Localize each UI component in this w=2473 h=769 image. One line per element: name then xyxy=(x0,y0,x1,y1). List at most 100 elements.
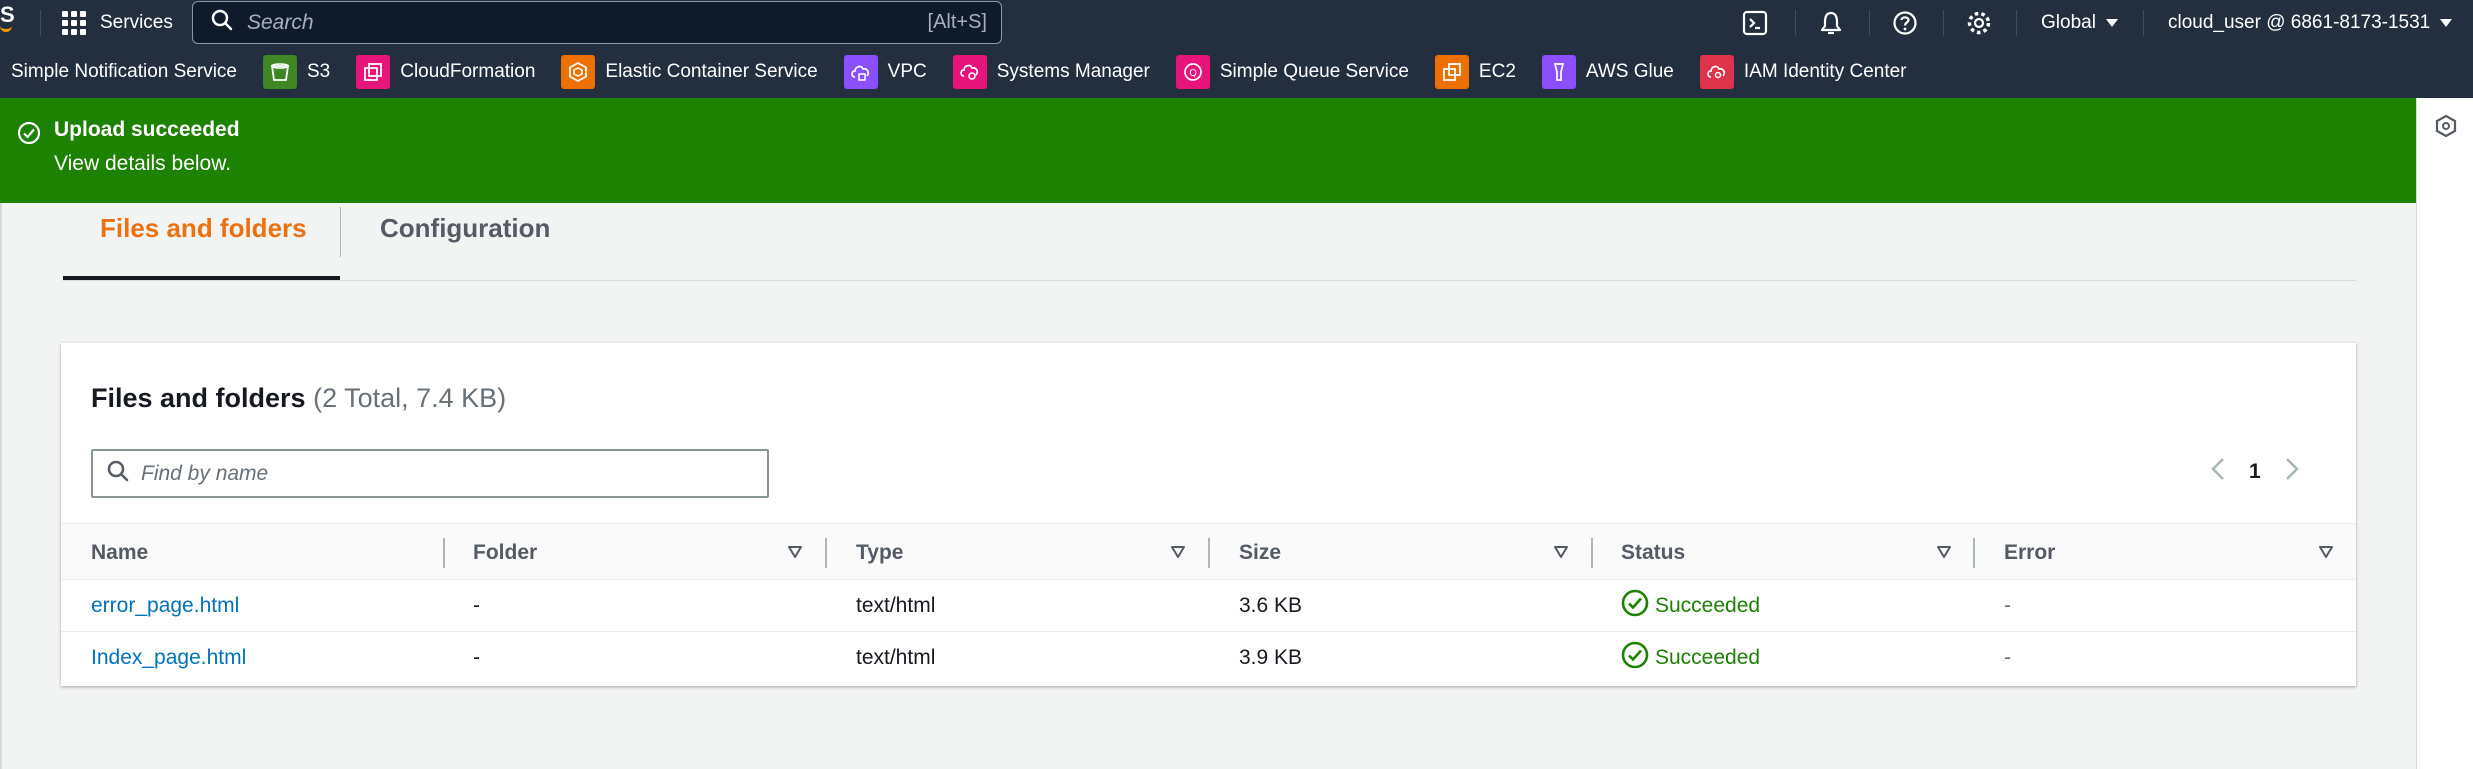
content-left-border xyxy=(0,203,2,769)
column-divider[interactable] xyxy=(1591,538,1593,568)
file-name-link[interactable]: Index_page.html xyxy=(91,632,246,684)
search-shortcut: [Alt+S] xyxy=(927,11,987,33)
column-divider[interactable] xyxy=(1973,538,1975,568)
column-divider[interactable] xyxy=(1208,538,1210,568)
size-cell: 3.9 KB xyxy=(1239,646,1303,669)
nav-divider xyxy=(1943,10,1944,36)
chevron-right-icon[interactable] xyxy=(2285,457,2299,487)
status-text: Succeeded xyxy=(1655,646,1761,669)
grid-icon xyxy=(62,11,86,35)
status-cell: Succeeded xyxy=(1621,632,1760,684)
queue-icon: Q xyxy=(1175,55,1210,89)
column-divider[interactable] xyxy=(443,538,445,568)
type-cell: text/html xyxy=(856,646,936,669)
favorite-sqs[interactable]: Q Simple Queue Service xyxy=(1175,55,1409,89)
favorite-label: Elastic Container Service xyxy=(605,61,818,82)
column-header-size[interactable]: Size xyxy=(1239,524,1281,581)
favorite-label: Simple Notification Service xyxy=(11,61,237,82)
region-selector[interactable]: Global xyxy=(2041,8,2118,38)
tabs-underline xyxy=(63,280,2356,281)
identity-icon xyxy=(1699,55,1734,89)
table-row: Index_page.html - text/html 3.9 KB Succe… xyxy=(61,632,2356,684)
favorites-bar: Simple Notification Service S3 CloudForm… xyxy=(0,46,2473,98)
column-header-error[interactable]: Error xyxy=(2004,524,2055,581)
services-menu-button[interactable]: Services xyxy=(62,8,173,38)
account-menu[interactable]: cloud_user @ 6861-8173-1531 xyxy=(2168,8,2453,38)
sort-triangle-icon[interactable] xyxy=(1170,544,1186,565)
help-icon[interactable] xyxy=(1890,8,1920,38)
chevron-left-icon[interactable] xyxy=(2211,457,2225,487)
find-by-name-search[interactable] xyxy=(91,449,769,498)
cloud-lock-icon xyxy=(843,55,878,89)
panel-count: (2 Total, 7.4 KB) xyxy=(313,383,507,413)
search-icon xyxy=(211,9,233,36)
success-check-icon xyxy=(1621,589,1649,623)
caret-down-icon xyxy=(2440,19,2453,27)
tools-panel-icon[interactable] xyxy=(2434,114,2458,143)
favorite-label: VPC xyxy=(887,61,927,82)
files-and-folders-panel: Files and folders (2 Total, 7.4 KB) 1 Na… xyxy=(61,343,2356,686)
favorite-s3[interactable]: S3 xyxy=(262,55,331,89)
favorite-label: S3 xyxy=(306,61,331,82)
favorite-cloudformation[interactable]: CloudFormation xyxy=(356,55,535,89)
favorite-systems-manager[interactable]: Systems Manager xyxy=(952,55,1150,89)
folder-cell: - xyxy=(473,594,480,617)
column-header-name[interactable]: Name xyxy=(91,524,148,581)
aws-logo[interactable]: S xyxy=(0,2,15,28)
sort-triangle-icon[interactable] xyxy=(1936,544,1952,565)
favorite-vpc[interactable]: VPC xyxy=(843,55,927,89)
type-cell: text/html xyxy=(856,594,936,617)
column-header-folder[interactable]: Folder xyxy=(473,524,537,581)
favorite-label: EC2 xyxy=(1478,61,1516,82)
bucket-icon xyxy=(262,55,297,89)
table-header: Name Folder Type Size Status Error xyxy=(61,523,2356,580)
nav-divider xyxy=(2143,10,2144,36)
container-icon xyxy=(561,55,596,89)
tab-configuration[interactable]: Configuration xyxy=(380,213,550,244)
services-label: Services xyxy=(100,12,173,33)
success-check-icon xyxy=(1621,641,1649,675)
file-name-link[interactable]: error_page.html xyxy=(91,580,239,632)
account-label: cloud_user @ 6861-8173-1531 xyxy=(2168,12,2431,33)
global-search[interactable]: Search [Alt+S] xyxy=(192,1,1002,44)
tab-divider xyxy=(340,207,341,257)
region-label: Global xyxy=(2041,12,2096,33)
favorite-label: AWS Glue xyxy=(1585,61,1674,82)
column-divider[interactable] xyxy=(825,538,827,568)
bell-icon[interactable] xyxy=(1816,8,1846,38)
glue-icon xyxy=(1541,55,1576,89)
favorite-label: Simple Queue Service xyxy=(1219,61,1409,82)
stack-icon xyxy=(356,55,391,89)
right-tools-rail xyxy=(2416,98,2473,769)
flash-title: Upload succeeded xyxy=(54,118,240,141)
check-circle-icon xyxy=(17,121,41,150)
find-by-name-input[interactable] xyxy=(141,461,767,486)
favorite-iam-identity-center[interactable]: IAM Identity Center xyxy=(1699,55,1907,89)
caret-down-icon xyxy=(2105,19,2118,27)
cloudshell-icon[interactable] xyxy=(1740,8,1770,38)
current-page[interactable]: 1 xyxy=(2249,460,2261,484)
favorite-glue[interactable]: AWS Glue xyxy=(1541,55,1674,89)
gear-cloud-icon xyxy=(952,55,987,89)
status-text: Succeeded xyxy=(1655,594,1761,617)
gear-icon[interactable] xyxy=(1964,8,1994,38)
favorite-sns[interactable]: Simple Notification Service xyxy=(0,61,237,83)
nav-divider xyxy=(40,10,41,36)
sort-triangle-icon[interactable] xyxy=(2318,544,2334,565)
search-placeholder: Search xyxy=(247,10,314,34)
status-cell: Succeeded xyxy=(1621,580,1760,632)
size-cell: 3.6 KB xyxy=(1239,594,1303,617)
column-header-status[interactable]: Status xyxy=(1621,524,1685,581)
panel-title: Files and folders (2 Total, 7.4 KB) xyxy=(91,383,506,414)
aws-logo-smile xyxy=(0,26,12,32)
favorite-ec2[interactable]: EC2 xyxy=(1434,55,1516,89)
favorite-ecs[interactable]: Elastic Container Service xyxy=(561,55,818,89)
svg-text:Q: Q xyxy=(1189,68,1197,79)
sort-triangle-icon[interactable] xyxy=(1553,544,1569,565)
tab-files-and-folders[interactable]: Files and folders xyxy=(100,213,307,244)
upload-success-flash: Upload succeeded View details below. xyxy=(0,98,2416,203)
favorite-label: IAM Identity Center xyxy=(1743,61,1907,82)
sort-triangle-icon[interactable] xyxy=(787,544,803,565)
top-navigation: S Services Search [Alt+S] Global cloud_u… xyxy=(0,0,2473,46)
column-header-type[interactable]: Type xyxy=(856,524,903,581)
